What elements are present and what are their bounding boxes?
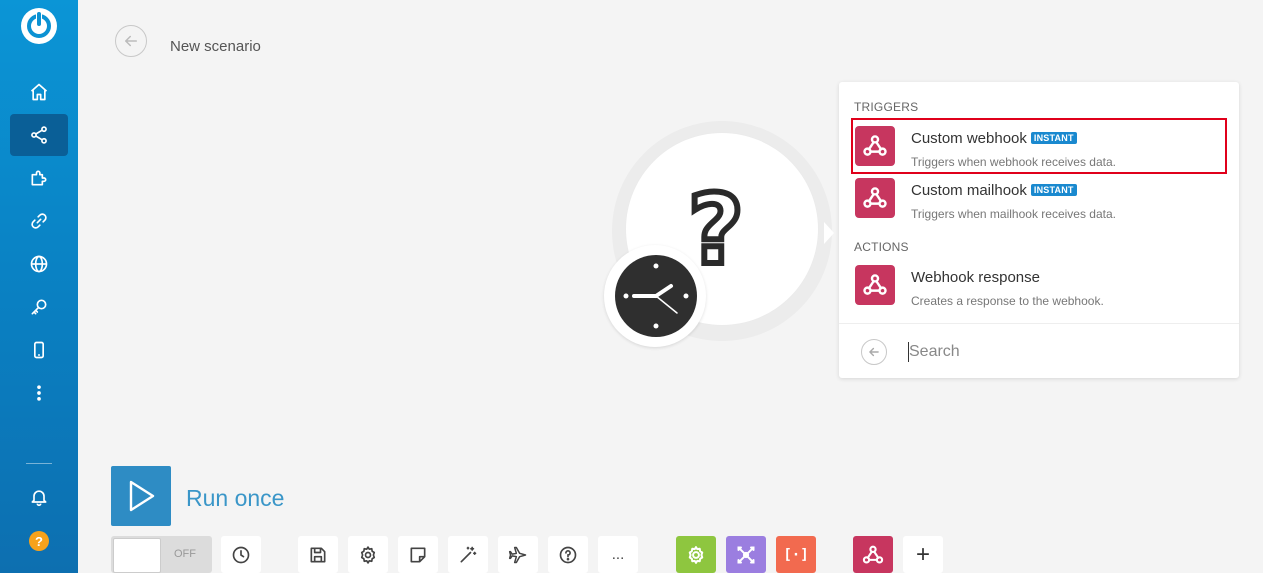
sidebar-item-more[interactable]	[10, 372, 68, 414]
explain-flow-button[interactable]	[498, 536, 538, 573]
option-description: Triggers when mailhook receives data.	[911, 207, 1116, 221]
share-icon	[31, 126, 47, 144]
section-label-triggers: TRIGGERS	[854, 100, 919, 114]
back-button[interactable]	[115, 25, 147, 57]
sidebar-item-scenarios[interactable]	[10, 114, 68, 156]
option-webhook-response[interactable]: Webhook response Creates a response to t…	[853, 259, 1225, 311]
webhook-icon	[855, 178, 895, 218]
sidebar-item-webhooks[interactable]	[10, 243, 68, 285]
sidebar-item-devices[interactable]	[10, 329, 68, 371]
webhooks-app-button[interactable]	[853, 536, 893, 573]
ellipsis-icon: ...	[611, 546, 625, 563]
option-title: Custom mailhook INSTANT	[911, 182, 1077, 199]
picker-back-button[interactable]	[861, 339, 887, 365]
save-button[interactable]	[298, 536, 338, 573]
question-icon	[559, 546, 577, 563]
option-title: Webhook response	[911, 269, 1040, 286]
auto-align-button[interactable]	[448, 536, 488, 573]
bell-icon	[31, 490, 47, 507]
scenario-settings-button[interactable]	[348, 536, 388, 573]
section-label-actions: ACTIONS	[854, 240, 909, 254]
instant-badge: INSTANT	[1030, 132, 1077, 144]
toggle-knob	[113, 538, 161, 573]
help-button[interactable]	[548, 536, 588, 573]
mobile-icon	[34, 341, 44, 359]
flow-control-button[interactable]	[726, 536, 766, 573]
more-options-button[interactable]: ...	[598, 536, 638, 573]
option-title: Custom webhook INSTANT	[911, 130, 1077, 147]
link-icon	[31, 213, 47, 229]
airplane-icon	[508, 546, 527, 563]
play-icon	[129, 480, 155, 512]
add-app-button[interactable]: +	[903, 536, 943, 573]
module-picker: TRIGGERS Custom webhook INSTANT Triggers …	[839, 82, 1239, 378]
sidebar-item-home[interactable]	[10, 71, 68, 113]
sidebar-item-notifications[interactable]	[10, 476, 68, 518]
sidebar-item-keys[interactable]	[10, 286, 68, 328]
tools-gear-icon	[688, 545, 704, 564]
clock-icon	[232, 546, 250, 563]
option-title-text: Custom mailhook	[911, 182, 1027, 199]
puzzle-icon	[31, 170, 47, 186]
instant-badge: INSTANT	[1030, 184, 1077, 196]
schedule-button[interactable]	[604, 245, 706, 347]
globe-icon	[30, 255, 48, 273]
panel-divider	[839, 323, 1239, 324]
option-description: Creates a response to the webhook.	[911, 294, 1104, 308]
text-parser-icon: [·]	[783, 546, 809, 563]
scheduling-toggle[interactable]: OFF	[111, 536, 212, 573]
sidebar: ?	[0, 0, 78, 573]
more-icon	[37, 385, 41, 401]
note-icon	[410, 547, 426, 562]
webhook-icon	[862, 545, 884, 564]
settings-icon	[360, 545, 376, 564]
key-icon	[31, 299, 47, 315]
webhook-icon	[855, 126, 895, 166]
arrow-left-icon	[869, 347, 879, 357]
logo-stem	[37, 12, 41, 26]
run-once-button[interactable]	[111, 466, 171, 526]
option-custom-webhook[interactable]: Custom webhook INSTANT Triggers when webh…	[851, 118, 1227, 174]
text-caret	[908, 342, 909, 362]
notes-button[interactable]	[398, 536, 438, 573]
tools-button[interactable]	[676, 536, 716, 573]
scenario-title[interactable]: New scenario	[170, 38, 261, 55]
plus-icon: +	[915, 540, 930, 568]
flow-control-icon	[737, 546, 755, 563]
option-custom-mailhook[interactable]: Custom mailhook INSTANT Triggers when mai…	[853, 172, 1225, 224]
module-search-input[interactable]	[909, 340, 1209, 364]
sidebar-item-templates[interactable]	[10, 157, 68, 199]
toggle-label: OFF	[174, 548, 196, 560]
arrow-left-icon	[125, 35, 137, 47]
home-icon	[30, 83, 48, 101]
text-parser-button[interactable]: [·]	[776, 536, 816, 573]
save-icon	[310, 547, 326, 562]
option-description: Triggers when webhook receives data.	[911, 155, 1116, 169]
make-logo-icon[interactable]	[21, 8, 57, 44]
clock-icon	[615, 255, 697, 337]
schedule-settings-button[interactable]	[221, 536, 261, 573]
magic-wand-icon	[460, 546, 477, 562]
run-once-label[interactable]: Run once	[186, 485, 284, 512]
sidebar-divider	[26, 463, 52, 464]
option-title-text: Custom webhook	[911, 130, 1027, 147]
webhook-icon	[855, 265, 895, 305]
sidebar-item-connections[interactable]	[10, 200, 68, 242]
module-pointer	[824, 222, 834, 244]
help-icon[interactable]: ?	[29, 531, 49, 551]
